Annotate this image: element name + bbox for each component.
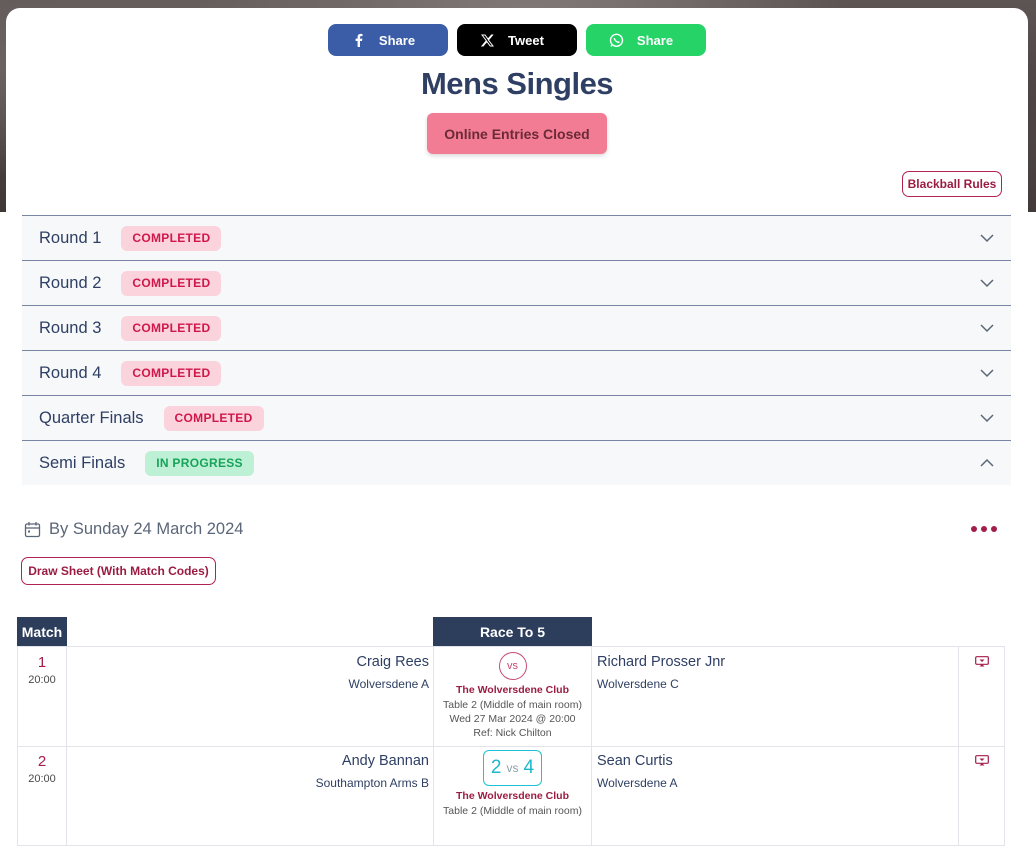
home-cell: Andy Bannan Southampton Arms B [67,746,429,845]
whatsapp-share-button[interactable]: Share [586,24,706,56]
entries-status-button[interactable]: Online Entries Closed [427,113,607,154]
round-3-header[interactable]: Round 3 COMPLETED [22,305,1011,350]
home-team[interactable]: Southampton Arms B [67,776,429,790]
table-row: 1 20:00 Craig Rees Wolversdene A vs The … [17,647,1005,747]
home-team[interactable]: Wolversdene A [67,677,430,691]
table-info: Table 2 (Middle of main room) [443,805,582,817]
round-name: Round 1 [39,228,102,247]
status-badge: COMPLETED [121,225,222,251]
away-team[interactable]: Wolversdene A [597,776,957,790]
chevron-down-icon [980,324,994,333]
more-dots-icon[interactable] [971,526,997,532]
status-badge: IN PROGRESS [145,450,254,476]
round-name: Semi Finals [39,453,126,472]
score-vs: vs [506,761,519,775]
away-team[interactable]: Wolversdene C [597,677,957,691]
page-title: Mens Singles [420,66,614,101]
twitter-share-button[interactable]: Tweet [457,24,577,56]
calendar-icon [24,522,41,538]
referee: Ref: Nick Chilton [473,727,552,739]
facebook-share-button[interactable]: Share [328,24,448,56]
home-score: 2 [490,757,502,778]
vs-badge: vs [498,652,527,680]
round-name: Quarter Finals [39,408,144,427]
facebook-share-label: Share [378,32,416,48]
round-1-header[interactable]: Round 1 COMPLETED [22,215,1011,260]
semi-finals-header[interactable]: Semi Finals IN PROGRESS [22,440,1011,485]
whatsapp-share-label: Share [636,32,674,48]
race-column-header: Race To 5 [433,617,592,646]
status-badge: COMPLETED [121,270,222,296]
x-icon [479,32,495,48]
round-name: Round 4 [39,363,102,382]
away-cell: Sean Curtis Wolversdene A [597,746,957,845]
tv-icon[interactable] [975,755,989,766]
chevron-down-icon [980,369,994,378]
match-cell: 1 20:00 [17,647,67,746]
round-name: Round 3 [39,318,102,337]
round-2-header[interactable]: Round 2 COMPLETED [22,260,1011,305]
facebook-icon [350,32,366,48]
share-bar: Share Tweet Share [6,24,1028,56]
round-name: Round 2 [39,273,102,292]
match-time: 20:00 [28,674,56,686]
semi-finals-panel: By Sunday 24 March 2024 Draw Sheet (With… [16,488,1005,846]
round-4-header[interactable]: Round 4 COMPLETED [22,350,1011,395]
rounds-accordion: Round 1 COMPLETED Round 2 COMPLETED Roun… [22,215,1011,485]
status-badge: COMPLETED [121,315,222,341]
twitter-share-label: Tweet [508,32,544,48]
match-number[interactable]: 2 [18,753,66,770]
quarter-finals-header[interactable]: Quarter Finals COMPLETED [22,395,1011,440]
chevron-down-icon [980,279,994,288]
table-row: 2 20:00 Andy Bannan Southampton Arms B 2… [17,746,1005,846]
home-player[interactable]: Craig Rees [67,654,429,670]
blackball-rules-button[interactable]: Blackball Rules [902,171,1002,197]
stream-cell [958,647,1005,746]
home-cell: Craig Rees Wolversdene A [67,647,430,746]
status-badge: COMPLETED [163,405,264,431]
venue-name[interactable]: The Wolversdene Club [434,684,591,696]
home-player[interactable]: Andy Bannan [67,753,429,769]
match-info-cell: 2 vs 4 The Wolversdene Club Table 2 (Mid… [433,746,592,845]
score-box[interactable]: 2 vs 4 [483,750,542,786]
match-info-cell: vs The Wolversdene Club Table 2 (Middle … [433,647,592,746]
match-time: 20:00 [28,773,56,785]
chevron-up-icon [980,458,994,467]
match-cell: 2 20:00 [17,746,67,845]
table-info: Table 2 (Middle of main room) [443,699,582,711]
away-cell: Richard Prosser Jnr Wolversdene C [597,647,957,746]
away-player[interactable]: Sean Curtis [597,753,957,769]
match-number[interactable]: 1 [18,654,66,671]
status-badge: COMPLETED [121,360,222,386]
deadline-text: By Sunday 24 March 2024 [49,520,244,538]
away-player[interactable]: Richard Prosser Jnr [597,654,957,670]
draw-sheet-button[interactable]: Draw Sheet (With Match Codes) [21,557,216,585]
venue-name[interactable]: The Wolversdene Club [434,790,591,802]
chevron-down-icon [980,234,994,243]
whatsapp-icon [608,32,624,48]
deadline-row: By Sunday 24 March 2024 [24,520,243,539]
stream-cell [958,746,1005,845]
away-score: 4 [523,757,535,778]
match-datetime: Wed 27 Mar 2024 @ 20:00 [449,713,576,725]
tv-icon[interactable] [975,656,989,667]
chevron-down-icon [980,414,994,423]
match-column-header: Match [17,617,67,646]
